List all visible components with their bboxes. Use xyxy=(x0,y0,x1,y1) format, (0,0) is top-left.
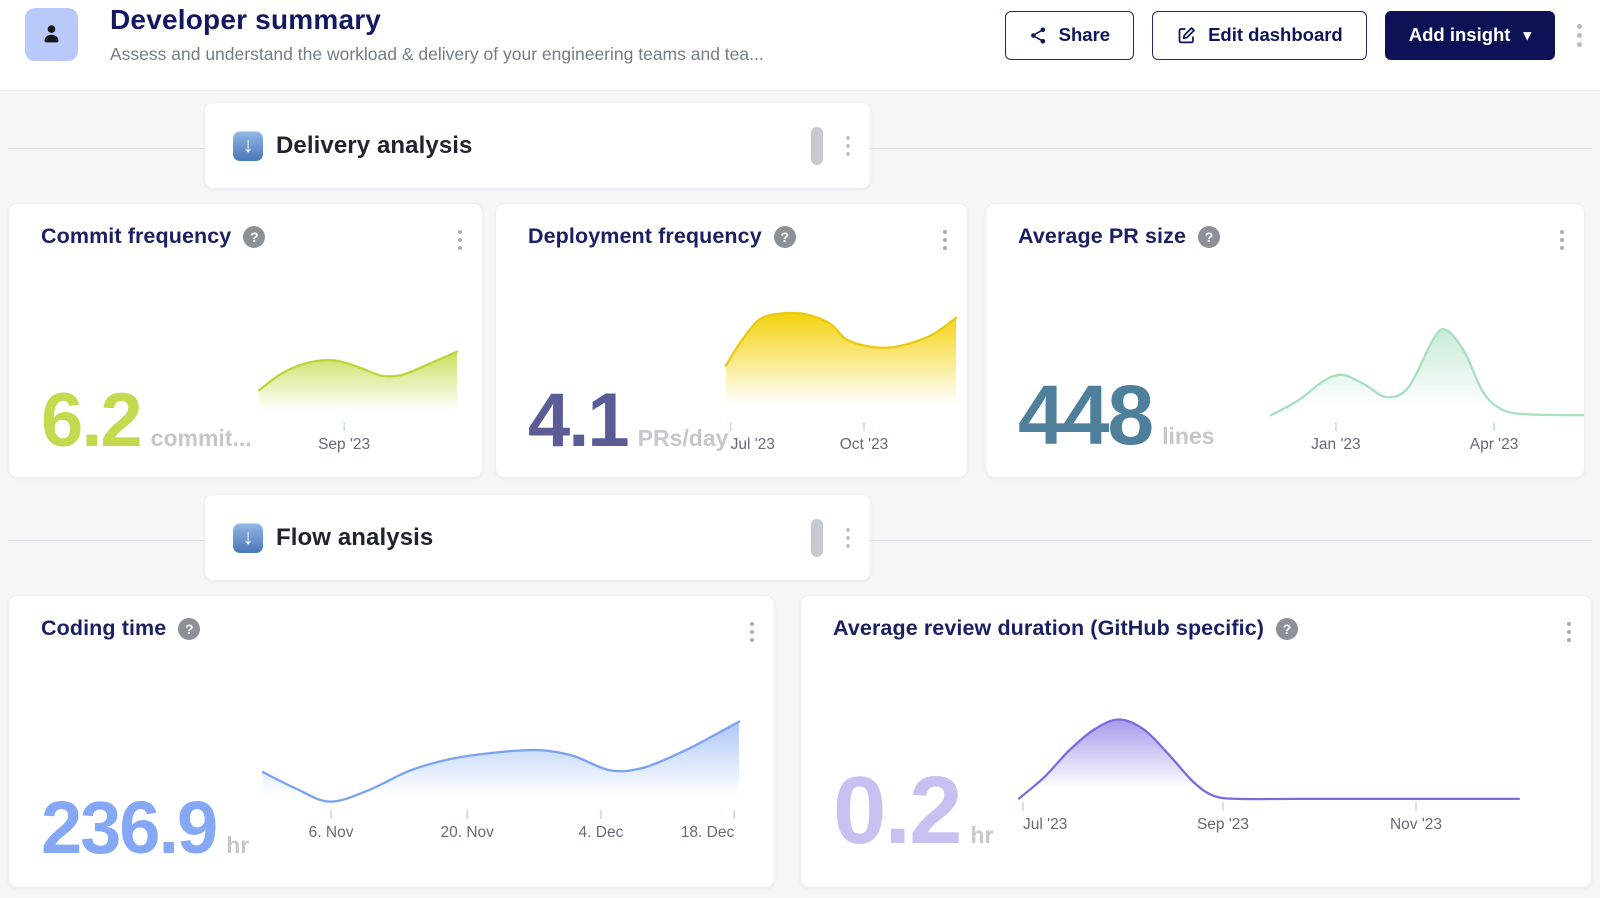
metric-unit: hr xyxy=(226,832,249,859)
sparkline-chart: 6. Nov 20. Nov 4. Dec 18. Dec xyxy=(263,713,739,843)
sparkline-svg: Jul '23 Oct '23 xyxy=(726,306,956,455)
axis-tick-label: Nov '23 xyxy=(1390,816,1442,833)
chevron-down-icon: ▾ xyxy=(1523,26,1531,44)
metric-value: 0.2 xyxy=(833,763,960,859)
card-title: Commit frequency xyxy=(41,224,231,249)
axis-tick-label: Jul '23 xyxy=(1023,816,1067,833)
avatar xyxy=(25,8,78,61)
help-icon[interactable]: ? xyxy=(1198,226,1220,248)
area-fill xyxy=(1019,720,1519,801)
page-menu-kebab-icon[interactable] xyxy=(1573,20,1586,51)
section-menu-kebab-icon[interactable] xyxy=(842,524,854,552)
sparkline-svg: Sep '23 xyxy=(259,344,457,455)
help-icon[interactable]: ? xyxy=(178,618,200,640)
person-icon xyxy=(38,21,65,48)
area-fill xyxy=(726,313,956,421)
card-title: Average PR size xyxy=(1018,224,1186,249)
axis-tick-label: Sep '23 xyxy=(318,436,370,453)
metric-value: 6.2 xyxy=(41,383,141,459)
metric-value: 4.1 xyxy=(528,383,628,459)
metric-unit: lines xyxy=(1162,423,1214,450)
card-average-review-duration: Average review duration (GitHub specific… xyxy=(800,595,1592,888)
card-menu-kebab-icon[interactable] xyxy=(454,226,466,254)
header-actions: Share Edit dashboard Add insight ▾ xyxy=(1005,10,1586,60)
card-menu-kebab-icon[interactable] xyxy=(1563,618,1575,646)
area-fill xyxy=(1271,329,1583,421)
page-title: Developer summary xyxy=(110,4,381,36)
page-subtitle: Assess and understand the workload & del… xyxy=(110,44,764,65)
axis-tick-label: 4. Dec xyxy=(579,824,624,841)
axis-tick-label: Jul '23 xyxy=(731,436,775,453)
sparkline-chart: Jan '23 Apr '23 xyxy=(1271,321,1583,455)
edit-icon xyxy=(1176,25,1197,46)
drag-handle[interactable] xyxy=(811,127,823,165)
share-icon xyxy=(1029,26,1048,45)
page-header: Developer summary Assess and understand … xyxy=(0,0,1600,91)
card-title: Deployment frequency xyxy=(528,224,762,249)
area-fill xyxy=(259,352,457,421)
axis-tick-label: 20. Nov xyxy=(440,824,494,841)
sparkline-chart: Jul '23 Oct '23 xyxy=(726,306,956,455)
drag-handle[interactable] xyxy=(811,519,823,557)
card-average-pr-size: Average PR size ? Jan '23 Apr '23 448 lin… xyxy=(985,203,1585,478)
sparkline-chart: Sep '23 xyxy=(259,344,457,455)
sparkline-svg: 6. Nov 20. Nov 4. Dec 18. Dec xyxy=(263,713,739,843)
down-arrow-icon: ↓ xyxy=(233,523,263,553)
edit-dashboard-button[interactable]: Edit dashboard xyxy=(1152,11,1367,60)
metric-unit: hr xyxy=(970,822,993,849)
section-label: Delivery analysis xyxy=(276,132,473,160)
metric-unit: PRs/day xyxy=(638,425,729,452)
sparkline-chart: Jul '23 Sep '23 Nov '23 xyxy=(1019,713,1519,835)
section-header-delivery-analysis: ↓ Delivery analysis xyxy=(205,103,870,188)
card-commit-frequency: Commit frequency ? Sep '23 6.2 commit... xyxy=(8,203,483,478)
metric-value: 448 xyxy=(1018,373,1152,457)
axis-tick-label: 18. Dec xyxy=(681,824,735,841)
section-menu-kebab-icon[interactable] xyxy=(842,132,854,160)
sparkline-svg: Jan '23 Apr '23 xyxy=(1271,321,1583,455)
down-arrow-icon: ↓ xyxy=(233,131,263,161)
axis-tick-label: Oct '23 xyxy=(840,436,889,453)
sparkline-svg: Jul '23 Sep '23 Nov '23 xyxy=(1019,713,1519,835)
add-insight-button-label: Add insight xyxy=(1409,24,1511,46)
card-menu-kebab-icon[interactable] xyxy=(939,226,951,254)
help-icon[interactable]: ? xyxy=(243,226,265,248)
section-label: Flow analysis xyxy=(276,524,433,552)
axis-tick-label: Jan '23 xyxy=(1311,436,1361,453)
dashboard-page: { "header": { "title": "Developer summar… xyxy=(0,0,1600,898)
metric-unit: commit... xyxy=(151,425,252,452)
share-button-label: Share xyxy=(1059,24,1110,46)
card-title: Average review duration (GitHub specific… xyxy=(833,616,1264,641)
card-title: Coding time xyxy=(41,616,166,641)
card-menu-kebab-icon[interactable] xyxy=(1556,226,1568,254)
edit-dashboard-button-label: Edit dashboard xyxy=(1208,24,1343,46)
share-button[interactable]: Share xyxy=(1005,11,1134,60)
metric-value: 236.9 xyxy=(41,791,216,865)
card-deployment-frequency: Deployment frequency ? Jul '23 Oct '23 4.… xyxy=(495,203,968,478)
card-menu-kebab-icon[interactable] xyxy=(746,618,758,646)
axis-tick-label: 6. Nov xyxy=(309,824,354,841)
card-coding-time: Coding time ? 6. Nov 20. Nov 4. Dec 18. Dec… xyxy=(8,595,775,888)
section-header-flow-analysis: ↓ Flow analysis xyxy=(205,495,870,580)
axis-tick-label: Sep '23 xyxy=(1197,816,1249,833)
axis-tick-label: Apr '23 xyxy=(1470,436,1519,453)
help-icon[interactable]: ? xyxy=(774,226,796,248)
help-icon[interactable]: ? xyxy=(1276,618,1298,640)
area-fill xyxy=(263,722,739,809)
add-insight-button[interactable]: Add insight ▾ xyxy=(1385,11,1555,60)
